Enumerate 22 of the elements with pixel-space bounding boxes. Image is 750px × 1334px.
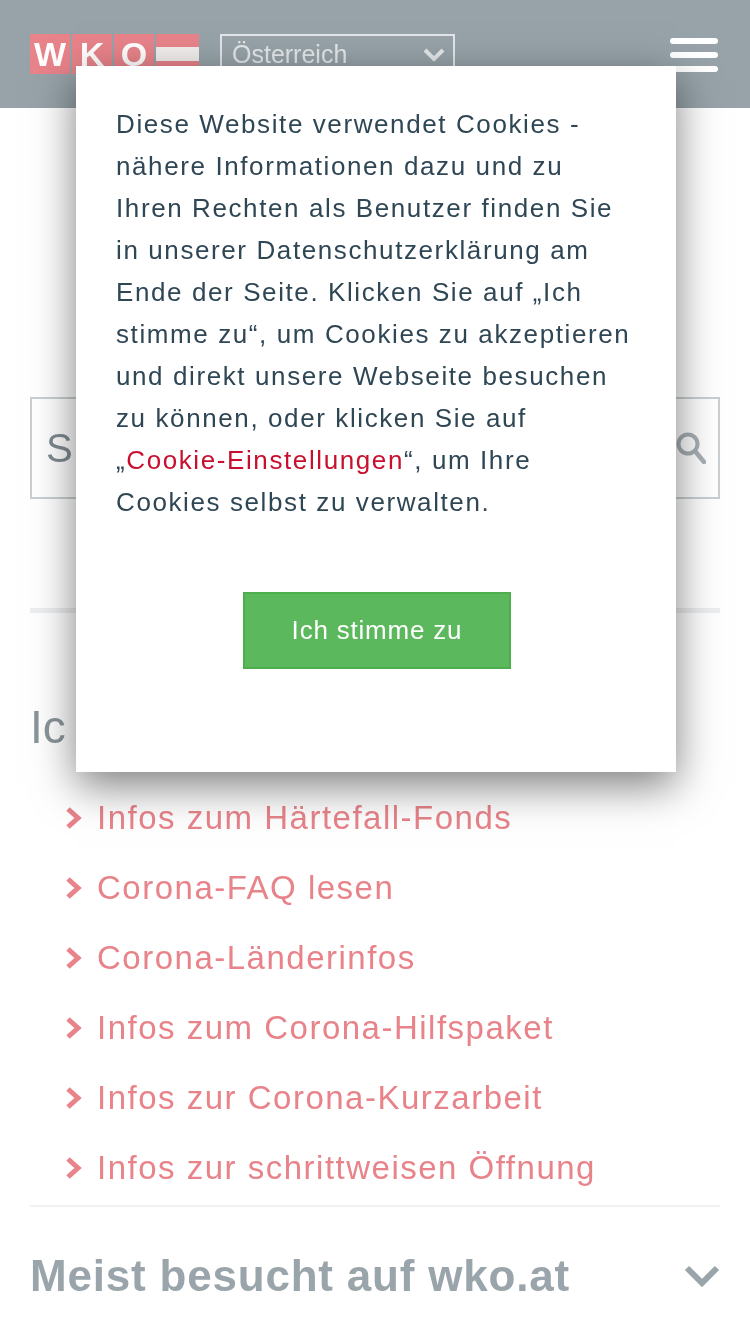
chevron-right-icon <box>65 1156 82 1180</box>
chevron-right-icon <box>65 946 82 970</box>
search-icon[interactable] <box>676 432 706 464</box>
chevron-right-icon <box>65 876 82 900</box>
chevron-down-icon[interactable] <box>684 1265 720 1287</box>
cookie-settings-link[interactable]: Cookie-Einstellungen <box>126 445 404 475</box>
logo-letter: W <box>30 34 70 74</box>
accept-button[interactable]: Ich stimme zu <box>243 592 511 669</box>
quick-link[interactable]: Infos zur schrittweisen Öffnung <box>97 1143 596 1193</box>
quick-link[interactable]: Infos zum Härtefall-Fonds <box>97 793 513 843</box>
chevron-right-icon <box>65 1086 82 1110</box>
cookie-notice-text: Diese Website verwendet Cookies - nähere Informationen dazu und zu Ihren Rechten als Benutzer finden Sie in unserer Datenschutzerklärung am Ende der Seite. Klicken Sie auf „Ich stimme zu“, um Cookies zu akzeptieren und direkt unsere Webseite besuchen zu können, oder klicken Sie auf „Cookie-Einstellungen“, um Ihre Cookies selbst zu verwalten. <box>116 108 632 519</box>
menu-icon[interactable] <box>670 38 718 72</box>
chevron-right-icon <box>65 806 82 830</box>
quick-link[interactable]: Corona-Länderinfos <box>97 933 416 983</box>
accordion-title[interactable]: Meist besucht auf wko.at <box>30 1243 570 1309</box>
chevron-right-icon <box>65 1016 82 1040</box>
section-heading: Ic <box>30 700 66 755</box>
quick-link[interactable]: Infos zur Corona-Kurzarbeit <box>97 1073 543 1123</box>
quick-link[interactable]: Infos zum Corona-Hilfspaket <box>97 1003 554 1053</box>
caret-icon <box>423 47 445 62</box>
quick-link[interactable]: Corona-FAQ lesen <box>97 863 395 913</box>
